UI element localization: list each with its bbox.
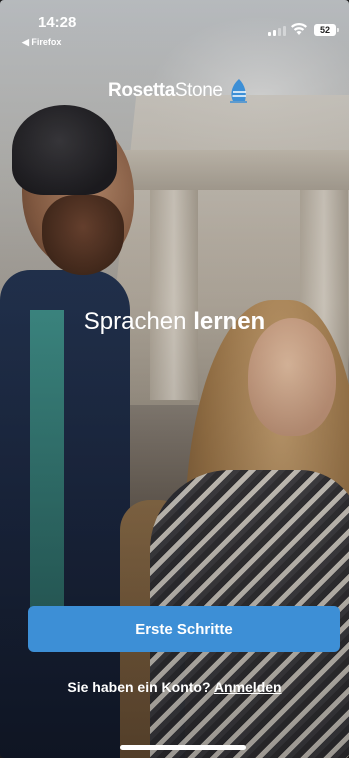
home-indicator[interactable] xyxy=(120,745,246,750)
sign-in-prompt-text: Sie haben ein Konto? xyxy=(67,679,211,695)
get-started-button[interactable]: Erste Schritte xyxy=(28,606,340,652)
onboarding-screen: 14:28 ◀ Firefox 52 RosettaStone Sprachen… xyxy=(0,0,349,758)
status-time: 14:28 xyxy=(38,14,77,31)
sign-in-link[interactable]: Anmelden xyxy=(214,679,282,695)
battery-icon: 52 xyxy=(314,24,339,36)
back-to-app-link[interactable]: ◀ Firefox xyxy=(22,37,61,48)
status-bar: 14:28 ◀ Firefox 52 xyxy=(0,0,349,52)
logo-text: RosettaStone xyxy=(108,80,223,101)
sign-in-prompt: Sie haben ein Konto? Anmelden xyxy=(0,679,349,695)
headline: Sprachen lernen xyxy=(83,308,266,335)
wifi-icon xyxy=(291,22,307,35)
logo-sail-icon xyxy=(229,79,247,103)
brand-logo: RosettaStone xyxy=(108,78,249,104)
cellular-signal-icon xyxy=(268,26,286,36)
